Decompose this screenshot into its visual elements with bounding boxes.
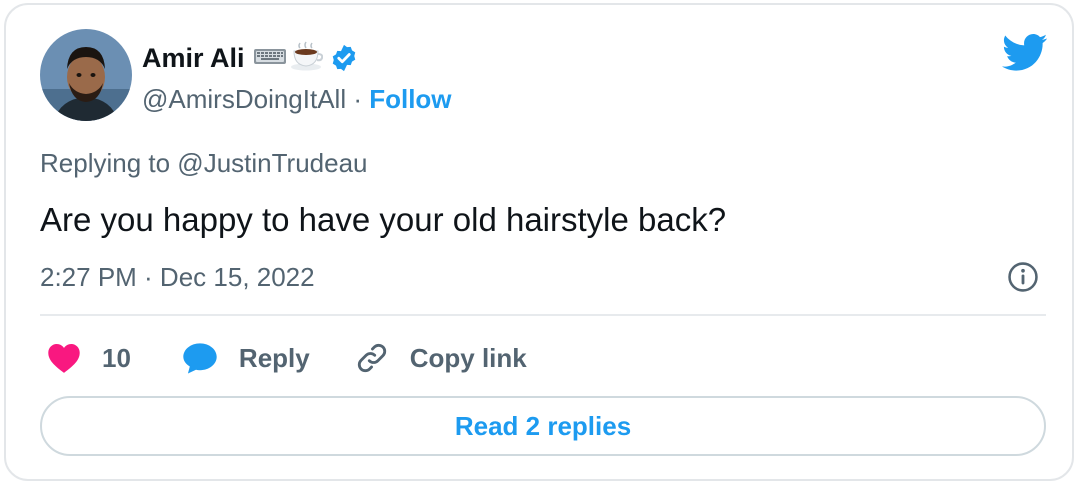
replying-to-text: Replying to @JustinTrudeau bbox=[40, 148, 368, 178]
action-bar: 10 Reply Copy link bbox=[46, 336, 527, 380]
author-display-name[interactable]: Amir Ali bbox=[142, 43, 245, 74]
divider bbox=[40, 314, 1046, 316]
follow-button[interactable]: Follow bbox=[369, 84, 451, 114]
link-icon bbox=[354, 340, 390, 376]
speech-bubble-icon bbox=[181, 341, 219, 375]
copy-link-button[interactable]: Copy link bbox=[354, 340, 527, 376]
read-replies-label: Read 2 replies bbox=[454, 410, 632, 441]
author-handle[interactable]: @AmirsDoingItAll bbox=[142, 84, 346, 114]
author-name-emojis bbox=[253, 40, 323, 77]
keyboard-icon bbox=[253, 45, 287, 72]
coffee-icon bbox=[289, 40, 323, 77]
twitter-bird-icon[interactable] bbox=[1002, 33, 1048, 73]
copy-link-label: Copy link bbox=[409, 342, 527, 373]
tweet-text: Are you happy to have your old hairstyle… bbox=[40, 201, 727, 238]
info-icon[interactable] bbox=[1006, 260, 1040, 294]
author-handle-row: @AmirsDoingItAll · Follow bbox=[142, 81, 452, 117]
reply-label: Reply bbox=[238, 342, 310, 373]
tweet-card: Amir Ali @AmirsDoingItAll · Follow Reply… bbox=[4, 3, 1074, 481]
reply-button[interactable]: Reply bbox=[181, 341, 310, 375]
handle-separator: · bbox=[346, 84, 370, 114]
verified-badge-icon bbox=[329, 43, 359, 73]
read-replies-button[interactable]: Read 2 replies bbox=[40, 396, 1046, 456]
like-button[interactable]: 10 bbox=[46, 342, 131, 374]
avatar[interactable] bbox=[40, 29, 132, 121]
heart-icon bbox=[46, 342, 82, 374]
tweet-timestamp[interactable]: 2:27 PM · Dec 15, 2022 bbox=[40, 262, 315, 293]
author-name-row: Amir Ali bbox=[142, 39, 359, 77]
like-count: 10 bbox=[102, 342, 131, 373]
